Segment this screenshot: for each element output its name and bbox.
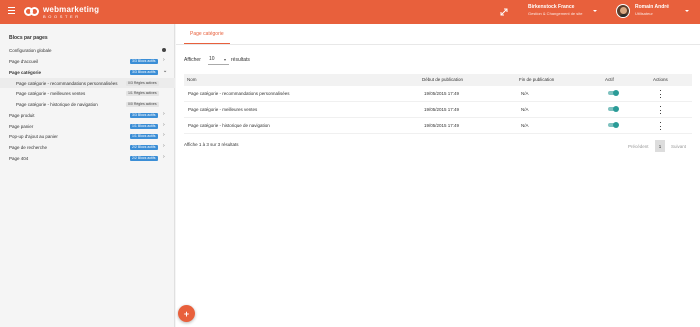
- logo-mark-icon: [24, 5, 40, 19]
- logo-line1: webmarketing: [43, 4, 100, 14]
- table-header: Nom Début de publication Fin de publicat…: [184, 74, 692, 86]
- chevron-right-icon: ›: [163, 57, 165, 63]
- more-actions-icon[interactable]: [658, 90, 662, 98]
- status-badge: 2/2 Blocs actifs: [130, 155, 158, 161]
- status-badge: 3/3 Blocs actifs: [130, 58, 158, 64]
- user-caret-icon[interactable]: [685, 10, 689, 12]
- chevron-right-icon: ›: [163, 111, 165, 117]
- tab-page-categorie[interactable]: Page catégorie: [184, 24, 230, 44]
- status-badge: 3/3 Blocs actifs: [130, 112, 158, 118]
- row-end: N/A: [521, 123, 529, 128]
- row-start: 19/05/2015 17:49: [424, 107, 460, 112]
- results-label: résultats: [231, 57, 250, 63]
- chevron-down-icon[interactable]: ▾: [224, 57, 226, 62]
- sidebar-item-accueil[interactable]: Page d'accueil 3/3 Blocs actifs ›: [0, 56, 175, 66]
- active-toggle[interactable]: [608, 105, 619, 112]
- store-caret-icon[interactable]: [593, 10, 597, 12]
- sidebar-item-label: Page 404: [9, 155, 29, 161]
- menu-icon[interactable]: [8, 7, 15, 17]
- table-row: Page catégorie - historique de navigatio…: [184, 118, 692, 134]
- store-subtitle: Gestion & Changement de site: [528, 11, 583, 16]
- sidebar-item-label: Page de recherche: [9, 144, 48, 150]
- table-row: Page catégorie - recommandations personn…: [184, 86, 692, 102]
- row-end: N/A: [521, 91, 529, 96]
- sidebar-item-label: Page d'accueil: [9, 58, 39, 64]
- active-toggle[interactable]: [608, 121, 619, 128]
- main-panel: Page catégorie Afficher 10 ▾ résultats N…: [176, 24, 700, 327]
- gear-icon[interactable]: [162, 48, 166, 52]
- sidebar-title: Blocs par pages: [9, 35, 48, 41]
- status-badge: 1/1 Blocs actifs: [130, 133, 158, 139]
- status-badge: 1/1 Règles actives: [126, 90, 159, 96]
- status-badge: 0/3 Règles actives: [126, 80, 159, 86]
- status-badge: 2/2 Blocs actifs: [130, 144, 158, 150]
- chevron-right-icon: ›: [163, 154, 165, 160]
- pager-previous[interactable]: Précédent: [628, 140, 649, 152]
- table-info: Affiche 1 à 3 sur 3 résultats: [184, 142, 239, 147]
- more-actions-icon[interactable]: [658, 106, 662, 114]
- sidebar-subitem-recommandations[interactable]: Page catégorie - recommandations personn…: [0, 78, 175, 88]
- sidebar-item-label: Configuration globale: [9, 47, 52, 53]
- sidebar-item-categorie[interactable]: Page catégorie 3/3 Blocs actifs ⌄: [0, 67, 175, 77]
- user-name: Romain André: [635, 4, 669, 10]
- row-start: 19/05/2015 17:49: [424, 123, 460, 128]
- more-actions-icon[interactable]: [658, 122, 662, 130]
- table-row: Page catégorie - meilleures ventes 19/05…: [184, 102, 692, 118]
- row-name: Page catégorie - meilleures ventes: [188, 107, 258, 112]
- sidebar-item-label: Page panier: [9, 123, 34, 129]
- sidebar-item-404[interactable]: Page 404 2/2 Blocs actifs ›: [0, 153, 175, 163]
- user-menu[interactable]: Romain André Utilisateur: [635, 5, 669, 16]
- sidebar-item-label: Page catégorie - meilleures ventes: [16, 90, 86, 96]
- status-badge: 3/3 Blocs actifs: [130, 69, 158, 75]
- row-end: N/A: [521, 107, 529, 112]
- sidebar-subitem-historique[interactable]: Page catégorie - historique de navigatio…: [0, 99, 175, 109]
- column-header-actif[interactable]: Actif: [605, 77, 614, 82]
- sidebar-item-label: Page produit: [9, 112, 35, 118]
- chevron-right-icon: ›: [163, 143, 165, 149]
- chevron-down-icon: ⌄: [163, 68, 168, 74]
- sidebar-item-label: Pop-up d'ajout au panier: [9, 133, 58, 139]
- user-role: Utilisateur: [635, 11, 653, 16]
- row-name: Page catégorie - historique de navigatio…: [188, 123, 270, 128]
- sidebar-item-produit[interactable]: Page produit 3/3 Blocs actifs ›: [0, 110, 175, 120]
- sidebar-item-configuration[interactable]: Configuration globale: [0, 45, 175, 55]
- pager-next[interactable]: Suivant: [671, 140, 686, 152]
- logo[interactable]: webmarketing BOOSTER: [24, 4, 99, 20]
- sidebar-item-panier[interactable]: Page panier 1/1 Blocs actifs ›: [0, 121, 175, 131]
- column-header-fin[interactable]: Fin de publication: [519, 77, 554, 82]
- chevron-right-icon: ›: [163, 122, 165, 128]
- avatar[interactable]: [616, 4, 630, 18]
- sidebar-subitem-meilleures-ventes[interactable]: Page catégorie - meilleures ventes 1/1 R…: [0, 88, 175, 98]
- chevron-right-icon: ›: [163, 132, 165, 138]
- column-header-nom[interactable]: Nom: [187, 77, 197, 82]
- add-button[interactable]: +: [178, 305, 195, 322]
- sidebar-item-label: Page catégorie - historique de navigatio…: [16, 101, 98, 107]
- sidebar-item-popup[interactable]: Pop-up d'ajout au panier 1/1 Blocs actif…: [0, 131, 175, 141]
- status-badge: 1/1 Blocs actifs: [130, 123, 158, 129]
- store-switcher[interactable]: Birkenstock France Gestion & Changement …: [528, 5, 582, 16]
- row-name: Page catégorie - recommandations personn…: [188, 91, 290, 96]
- top-header: webmarketing BOOSTER Birkenstock France …: [0, 0, 700, 24]
- sidebar: Blocs par pages Configuration globale Pa…: [0, 24, 175, 327]
- sidebar-item-recherche[interactable]: Page de recherche 2/2 Blocs actifs ›: [0, 142, 175, 152]
- column-header-actions: Actions: [653, 77, 668, 82]
- rules-table: Nom Début de publication Fin de publicat…: [184, 74, 692, 134]
- active-toggle[interactable]: [608, 89, 619, 96]
- logo-line2: BOOSTER: [43, 13, 81, 19]
- sidebar-item-label: Page catégorie - recommandations personn…: [16, 80, 118, 86]
- row-start: 19/05/2015 17:49: [424, 91, 460, 96]
- status-badge: 0/0 Règles actives: [126, 101, 159, 107]
- sidebar-item-label: Page catégorie: [9, 69, 42, 75]
- show-label: Afficher: [184, 57, 201, 63]
- pager-page-1[interactable]: 1: [655, 140, 665, 152]
- column-header-debut[interactable]: Début de publication: [422, 77, 463, 82]
- store-name: Birkenstock France: [528, 4, 575, 10]
- tab-divider: [176, 44, 700, 45]
- expand-icon[interactable]: [500, 8, 508, 16]
